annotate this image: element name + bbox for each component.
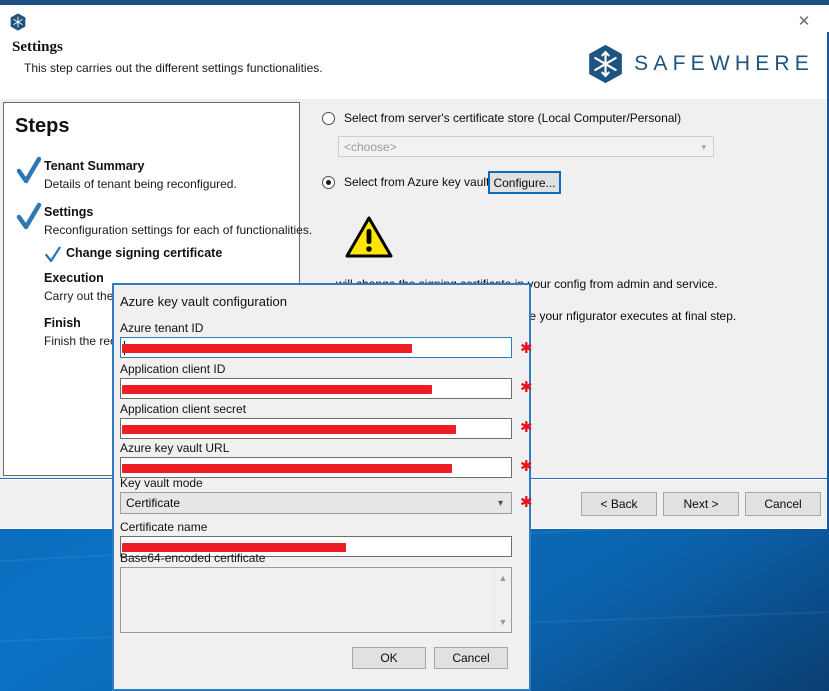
dropdown-value: Certificate bbox=[126, 496, 181, 510]
page-title: Settings bbox=[12, 39, 63, 55]
chevron-down-icon: ▾ bbox=[497, 498, 503, 509]
base64-certificate-textarea[interactable]: ▲ ▼ bbox=[120, 567, 512, 633]
check-icon bbox=[16, 202, 42, 232]
brand-name: SAFEWHERE bbox=[634, 52, 814, 75]
azure-tenant-id-label: Azure tenant ID bbox=[120, 321, 204, 335]
radio-option-azure-key-vault[interactable]: Select from Azure key vault bbox=[322, 175, 489, 189]
required-marker: ✱ bbox=[520, 340, 533, 357]
azure-key-vault-dialog: Azure key vault configuration Azure tena… bbox=[112, 283, 533, 691]
azure-key-vault-url-label: Azure key vault URL bbox=[120, 441, 230, 455]
cancel-button[interactable]: Cancel bbox=[745, 492, 821, 516]
wizard-header: Settings This step carries out the diffe… bbox=[0, 32, 827, 100]
chevron-down-icon: ▾ bbox=[701, 142, 706, 152]
step-title: Settings bbox=[44, 205, 94, 219]
required-marker: ✱ bbox=[520, 458, 533, 475]
key-vault-mode-dropdown[interactable]: Certificate ▾ bbox=[120, 492, 512, 514]
step-title: Change signing certificate bbox=[66, 246, 223, 260]
safewhere-hex-icon bbox=[9, 13, 27, 31]
application-client-id-input[interactable] bbox=[120, 378, 512, 399]
radio-icon[interactable] bbox=[322, 111, 335, 125]
next-button[interactable]: Next > bbox=[663, 492, 739, 516]
redaction-bar bbox=[122, 425, 456, 434]
azure-key-vault-url-input[interactable] bbox=[120, 457, 512, 478]
certificate-name-label: Certificate name bbox=[120, 520, 208, 534]
safewhere-hex-icon bbox=[587, 44, 624, 84]
textarea-scrollbar[interactable]: ▲ ▼ bbox=[494, 568, 511, 632]
redaction-bar bbox=[122, 344, 412, 353]
radio-option-cert-store[interactable]: Select from server's certificate store (… bbox=[322, 111, 681, 125]
required-marker: ✱ bbox=[520, 379, 533, 396]
application-client-secret-label: Application client secret bbox=[120, 402, 247, 416]
redaction-bar bbox=[122, 464, 452, 473]
configure-button[interactable]: Configure... bbox=[488, 171, 561, 194]
back-button[interactable]: < Back bbox=[581, 492, 657, 516]
warning-triangle-icon bbox=[345, 216, 393, 258]
radio-label: Select from server's certificate store (… bbox=[344, 111, 682, 125]
step-desc: Details of tenant being reconfigured. bbox=[44, 177, 237, 191]
dialog-title: Azure key vault configuration bbox=[120, 294, 287, 309]
radio-icon[interactable] bbox=[322, 175, 335, 189]
dialog-cancel-button[interactable]: Cancel bbox=[434, 647, 508, 669]
certificate-store-dropdown[interactable]: <choose> ▾ bbox=[338, 136, 714, 157]
brand-logo: SAFEWHERE bbox=[587, 44, 814, 84]
azure-tenant-id-input[interactable] bbox=[120, 337, 512, 358]
scroll-up-icon[interactable]: ▲ bbox=[495, 570, 511, 586]
steps-heading: Steps bbox=[15, 115, 70, 137]
check-icon bbox=[16, 156, 42, 186]
required-marker: ✱ bbox=[520, 494, 533, 511]
step-desc: Reconfiguration settings for each of fun… bbox=[44, 223, 313, 237]
step-title: Finish bbox=[44, 316, 81, 330]
step-title: Tenant Summary bbox=[44, 159, 145, 173]
redaction-bar bbox=[122, 385, 432, 394]
scroll-down-icon[interactable]: ▼ bbox=[495, 614, 511, 630]
dropdown-value: <choose> bbox=[344, 139, 397, 154]
page-subtitle: This step carries out the different sett… bbox=[24, 61, 323, 75]
step-title: Execution bbox=[44, 271, 104, 285]
key-vault-mode-label: Key vault mode bbox=[120, 476, 203, 490]
title-bar: ✕ bbox=[0, 5, 829, 32]
application-client-secret-input[interactable] bbox=[120, 418, 512, 439]
required-marker: ✱ bbox=[520, 419, 533, 436]
close-icon[interactable]: ✕ bbox=[787, 9, 821, 33]
application-client-id-label: Application client ID bbox=[120, 362, 226, 376]
dialog-ok-button[interactable]: OK bbox=[352, 647, 426, 669]
base64-certificate-label: Base64-encoded certificate bbox=[120, 551, 266, 565]
radio-label: Select from Azure key vault bbox=[344, 175, 490, 189]
